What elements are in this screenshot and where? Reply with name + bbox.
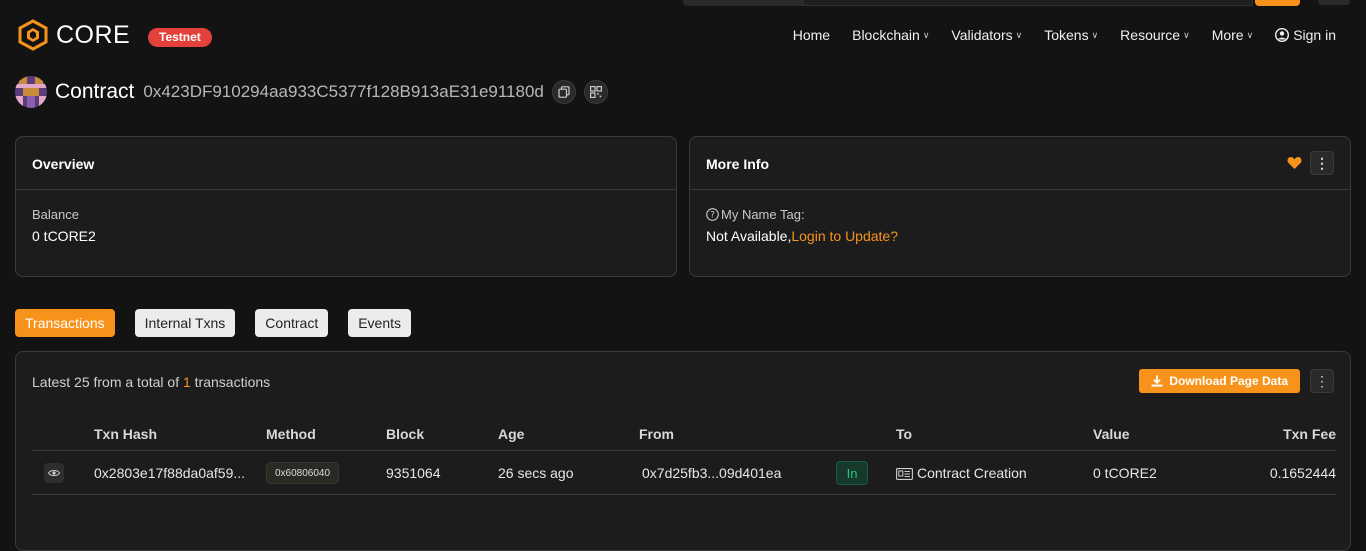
sign-in-label: Sign in (1293, 27, 1336, 43)
transactions-menu-button[interactable]: ⋮ (1310, 369, 1334, 393)
nav-resource[interactable]: Resource ∨ (1120, 27, 1190, 43)
user-icon (1275, 28, 1290, 42)
contract-tabs: Transactions Internal Txns Contract Even… (15, 309, 431, 337)
download-icon (1151, 375, 1163, 387)
table-header: Txn Hash Method Block Age From To Value … (32, 415, 1336, 451)
value-amount: 0 tCORE2 (1093, 465, 1157, 481)
network-badge: Testnet (148, 28, 212, 47)
eye-icon (48, 469, 60, 477)
chevron-down-icon: ∨ (922, 29, 930, 40)
chevron-down-icon: ∨ (1091, 29, 1099, 40)
from-address-link[interactable]: 0x7d25fb3...09d401ea (642, 465, 781, 481)
balance-value: 0 tCORE2 (32, 228, 96, 244)
nav-validators-label: Validators (951, 27, 1013, 43)
name-tag-label-row: ? My Name Tag: (706, 207, 1334, 222)
nav-more[interactable]: More ∨ (1212, 27, 1254, 43)
overview-title: Overview (16, 137, 676, 190)
qr-code-button[interactable] (583, 80, 608, 104)
more-info-card: More Info ⋮ ? My Name Tag: Not Available,… (689, 136, 1351, 277)
address-avatar (15, 76, 47, 108)
col-from: From (639, 426, 674, 442)
nav-tokens-label: Tokens (1044, 27, 1089, 43)
tab-internal-txns[interactable]: Internal Txns (134, 309, 236, 337)
tab-contract[interactable]: Contract (255, 309, 329, 337)
contract-address: 0x423DF910294aa933C5377f128B913aE31e9118… (143, 82, 544, 101)
top-search-strip (0, 0, 1366, 6)
sign-in-link[interactable]: Sign in (1275, 27, 1336, 43)
nav-home-label: Home (792, 27, 831, 43)
core-logo-icon (18, 19, 48, 51)
heart-icon[interactable] (1287, 156, 1302, 170)
question-circle-icon: ? (706, 208, 719, 221)
kebab-icon: ⋮ (1315, 155, 1329, 171)
download-label: Download Page Data (1169, 374, 1288, 388)
logo[interactable]: CORE (17, 19, 130, 51)
chevron-down-icon: ∨ (1246, 29, 1254, 40)
nav-tokens[interactable]: Tokens ∨ (1044, 27, 1098, 43)
col-txn-fee: Txn Fee (1283, 426, 1336, 442)
nav-home[interactable]: Home (793, 27, 830, 43)
chevron-down-icon: ∨ (1015, 29, 1023, 40)
copy-icon (558, 86, 570, 98)
col-txn-hash: Txn Hash (94, 426, 158, 442)
theme-toggle-button[interactable] (1318, 0, 1350, 5)
transactions-card: Latest 25 from a total of 1 transactions… (15, 351, 1351, 551)
direction-badge: In (836, 461, 868, 485)
col-method: Method (266, 426, 316, 442)
login-to-update-link[interactable]: Login to Update? (791, 228, 898, 244)
nav-blockchain[interactable]: Blockchain ∨ (852, 27, 929, 43)
contract-icon (896, 468, 913, 480)
preview-button[interactable] (44, 463, 64, 483)
nav-more-label: More (1211, 27, 1244, 43)
download-page-data-button[interactable]: Download Page Data (1139, 369, 1300, 393)
page-title: Contract (55, 80, 135, 103)
col-value: Value (1093, 426, 1130, 442)
txn-fee-amount: 0.1652444 (1269, 465, 1336, 481)
page-title-row: Contract 0x423DF910294aa933C5377f128B913… (15, 76, 608, 108)
search-button[interactable] (1255, 0, 1300, 6)
search-filter-select[interactable] (683, 0, 803, 6)
nav-resource-label: Resource (1120, 27, 1181, 43)
more-info-title: More Info (706, 156, 769, 172)
tab-transactions[interactable]: Transactions (15, 309, 115, 337)
method-badge: 0x60806040 (266, 462, 340, 484)
site-header: CORE Testnet Home Blockchain ∨ Validators… (0, 14, 1366, 58)
more-info-header: More Info ⋮ (690, 137, 1350, 190)
svg-text:?: ? (710, 211, 715, 221)
more-info-menu-button[interactable]: ⋮ (1310, 151, 1334, 175)
nav-blockchain-label: Blockchain (852, 27, 920, 43)
summary-count: 1 (182, 374, 191, 390)
name-tag-label: My Name Tag: (721, 207, 805, 222)
name-tag-value-row: Not Available,Login to Update? (706, 228, 1334, 244)
txn-hash-link[interactable]: 0x2803e17f88da0af59... (94, 465, 245, 481)
search-input[interactable] (803, 0, 1253, 6)
tab-events[interactable]: Events (348, 309, 412, 337)
chevron-down-icon: ∨ (1183, 29, 1190, 40)
table-row: 0x2803e17f88da0af59... 0x60806040 935106… (32, 451, 1336, 495)
main-nav: Home Blockchain ∨ Validators ∨ Tokens ∨ Res… (771, 27, 1336, 43)
block-link[interactable]: 9351064 (386, 465, 441, 481)
col-to: To (896, 426, 913, 442)
kebab-icon: ⋮ (1315, 373, 1329, 389)
copy-address-button[interactable] (551, 80, 576, 104)
name-tag-value: Not Available, (706, 228, 792, 244)
age-value: 26 secs ago (498, 465, 574, 481)
transactions-summary: Latest 25 from a total of 1 transactions (32, 374, 270, 390)
summary-prefix: Latest 25 from a total of (32, 374, 180, 390)
nav-validators[interactable]: Validators ∨ (951, 27, 1022, 43)
col-age[interactable]: Age (498, 426, 524, 442)
col-block: Block (386, 426, 425, 442)
to-value: Contract Creation (896, 465, 1027, 481)
overview-card: Overview Balance 0 tCORE2 (15, 136, 677, 277)
qr-code-icon (589, 86, 602, 98)
to-contract-creation: Contract Creation (917, 465, 1027, 481)
balance-label: Balance (32, 207, 79, 222)
summary-suffix: transactions (194, 374, 271, 390)
logo-text: CORE (56, 20, 131, 49)
